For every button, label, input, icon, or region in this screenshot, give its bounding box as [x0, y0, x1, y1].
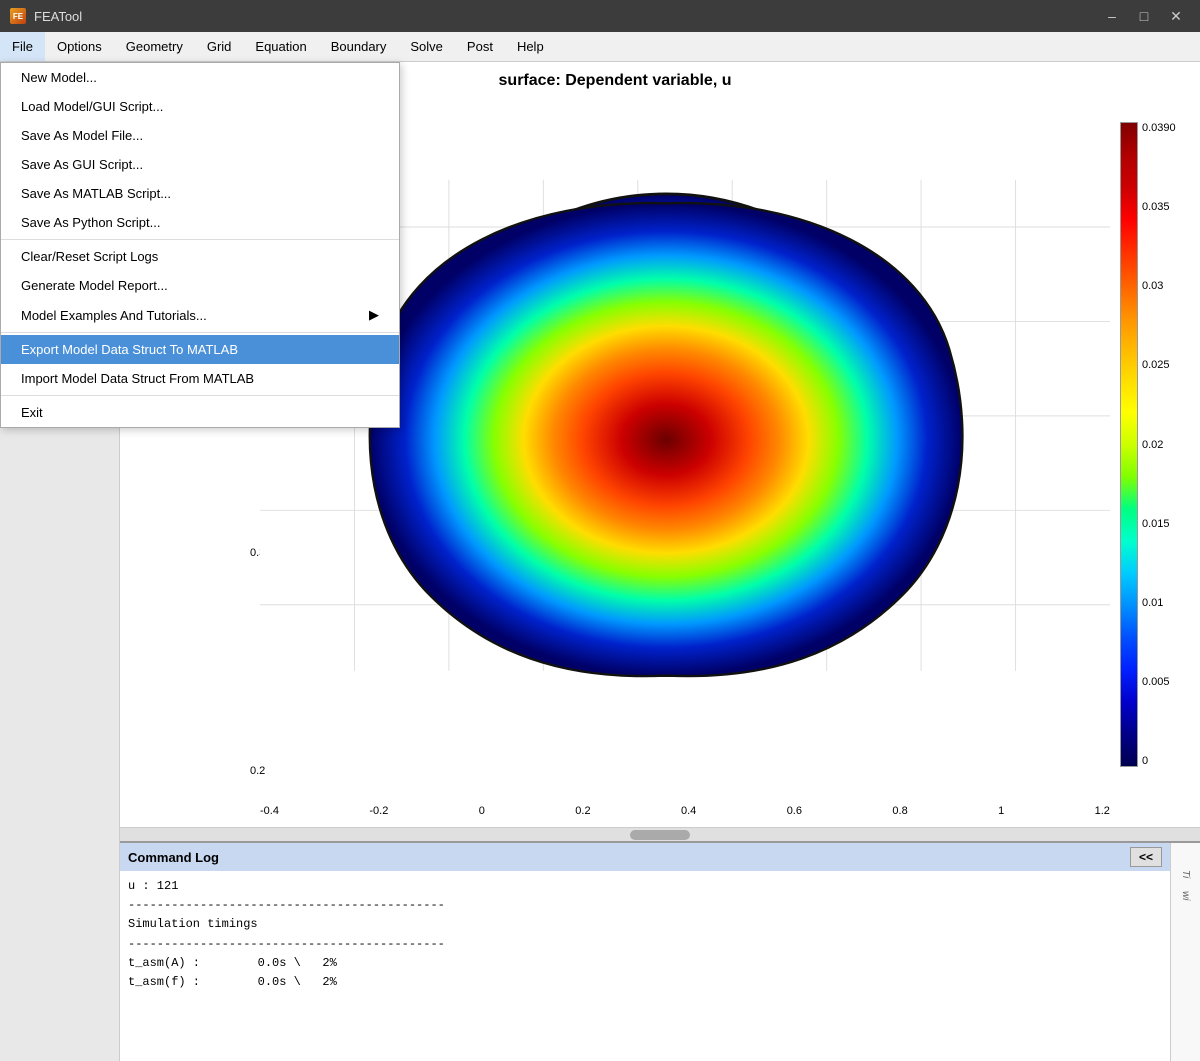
menu-exit[interactable]: Exit — [1, 398, 399, 427]
x-label-neg04: -0.4 — [260, 805, 279, 817]
menu-boundary[interactable]: Boundary — [319, 32, 399, 61]
log-line-1: u : 121 — [128, 877, 1162, 896]
menu-options[interactable]: Options — [45, 32, 114, 61]
menu-clear-logs[interactable]: Clear/Reset Script Logs — [1, 242, 399, 271]
command-log-header: Command Log << — [120, 843, 1170, 871]
close-button[interactable]: ✕ — [1162, 2, 1190, 30]
colorbar — [1120, 122, 1138, 767]
menu-save-matlab-script[interactable]: Save As MATLAB Script... — [1, 179, 399, 208]
menu-save-gui-script[interactable]: Save As GUI Script... — [1, 150, 399, 179]
maximize-button[interactable]: □ — [1130, 2, 1158, 30]
menu-load-model[interactable]: Load Model/GUI Script... — [1, 92, 399, 121]
command-log-content[interactable]: u : 121 --------------------------------… — [120, 871, 1170, 1061]
x-label-06: 0.6 — [787, 805, 802, 817]
log-line-tasm-a: t_asm(A) : 0.0s \ 2% — [128, 954, 1162, 973]
x-label-1: 1 — [998, 805, 1004, 817]
command-log-main: Command Log << u : 121 -----------------… — [120, 843, 1170, 1061]
cb-label-025: 0.025 — [1142, 359, 1176, 371]
menu-save-python-script[interactable]: Save As Python Script... — [1, 208, 399, 237]
x-axis-labels: -0.4 -0.2 0 0.2 0.4 0.6 0.8 1 1.2 — [260, 805, 1110, 817]
menu-model-examples[interactable]: Model Examples And Tutorials... ▶ — [1, 300, 399, 330]
command-log-title: Command Log — [128, 850, 219, 865]
menu-post[interactable]: Post — [455, 32, 505, 61]
menu-generate-report[interactable]: Generate Model Report... — [1, 271, 399, 300]
x-label-08: 0.8 — [892, 805, 907, 817]
log-line-sim: Simulation timings — [128, 915, 1162, 934]
menu-export-model-matlab[interactable]: Export Model Data Struct To MATLAB — [1, 335, 399, 364]
menu-grid[interactable]: Grid — [195, 32, 244, 61]
log-separator-1: ----------------------------------------… — [128, 896, 1162, 915]
titlebar-left: FE FEATool — [10, 8, 82, 24]
titlebar: FE FEATool – □ ✕ — [0, 0, 1200, 32]
x-label-neg02: -0.2 — [369, 805, 388, 817]
menubar: File Options Geometry Grid Equation Boun… — [0, 32, 1200, 62]
app-icon: FE — [10, 8, 26, 24]
cb-label-020: 0.02 — [1142, 439, 1176, 451]
cb-label-015: 0.015 — [1142, 518, 1176, 530]
separator-3 — [1, 395, 399, 396]
cb-label-005: 0.005 — [1142, 676, 1176, 688]
menu-new-model[interactable]: New Model... — [1, 63, 399, 92]
scrollbar-thumb[interactable] — [630, 830, 690, 840]
separator-2 — [1, 332, 399, 333]
titlebar-controls: – □ ✕ — [1098, 2, 1190, 30]
cb-label-030: 0.03 — [1142, 280, 1176, 292]
cb-label-0390: 0.0390 — [1142, 122, 1176, 134]
menu-help[interactable]: Help — [505, 32, 556, 61]
app-title: FEATool — [34, 9, 82, 24]
cb-label-035: 0.035 — [1142, 201, 1176, 213]
x-label-0: 0 — [479, 805, 485, 817]
collapse-button[interactable]: << — [1130, 847, 1162, 867]
menu-solve[interactable]: Solve — [398, 32, 455, 61]
separator-1 — [1, 239, 399, 240]
cb-label-0: 0 — [1142, 755, 1176, 767]
menu-equation[interactable]: Equation — [243, 32, 318, 61]
colorbar-container: 0.0390 0.035 0.03 0.025 0.02 0.015 0.01 … — [1120, 122, 1180, 767]
cb-label-010: 0.01 — [1142, 597, 1176, 609]
menu-save-model-file[interactable]: Save As Model File... — [1, 121, 399, 150]
side-label-wi: wi — [1180, 891, 1191, 916]
x-label-04: 0.4 — [681, 805, 696, 817]
file-dropdown: New Model... Load Model/GUI Script... Sa… — [0, 62, 400, 428]
x-label-12: 1.2 — [1095, 805, 1110, 817]
command-log: Command Log << u : 121 -----------------… — [120, 841, 1200, 1061]
menu-file[interactable]: File — [0, 32, 45, 61]
x-label-02: 0.2 — [575, 805, 590, 817]
colorbar-labels: 0.0390 0.035 0.03 0.025 0.02 0.015 0.01 … — [1138, 122, 1180, 767]
command-log-side: Ti wi — [1170, 843, 1200, 1061]
log-separator-2: ----------------------------------------… — [128, 935, 1162, 954]
log-line-tasm-f: t_asm(f) : 0.0s \ 2% — [128, 973, 1162, 992]
minimize-button[interactable]: – — [1098, 2, 1126, 30]
plot-scrollbar[interactable] — [120, 827, 1200, 841]
menu-import-model-matlab[interactable]: Import Model Data Struct From MATLAB — [1, 364, 399, 393]
menu-geometry[interactable]: Geometry — [114, 32, 195, 61]
